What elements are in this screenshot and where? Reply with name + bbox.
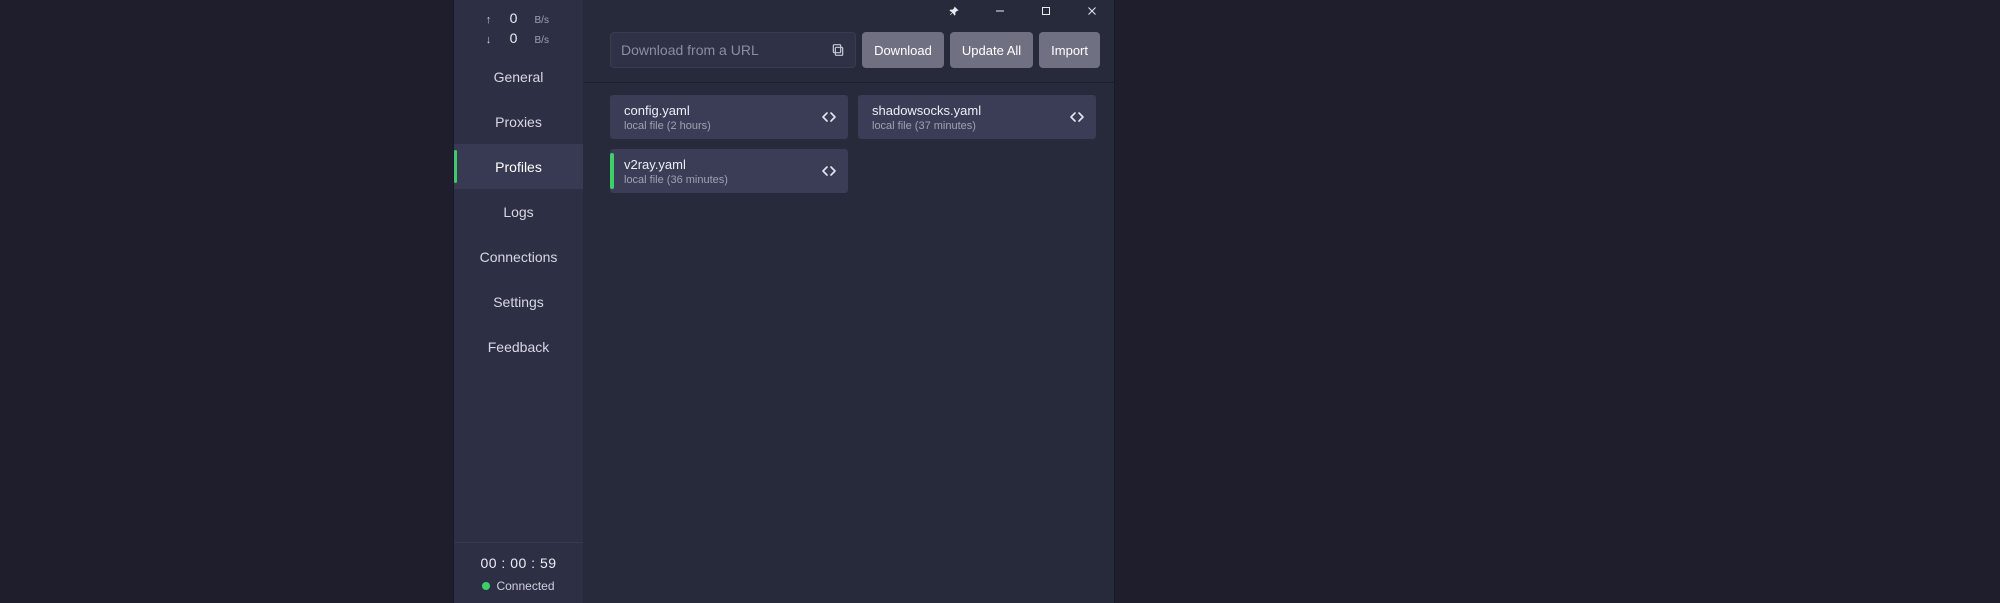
paste-icon[interactable] — [825, 37, 851, 63]
sidebar-nav: General Proxies Profiles Logs Connection… — [454, 54, 583, 369]
url-input[interactable] — [611, 33, 855, 67]
download-value: 0 — [507, 30, 521, 46]
connection-timer: 00 : 00 : 59 — [460, 555, 577, 571]
download-button[interactable]: Download — [862, 32, 944, 68]
update-all-button[interactable]: Update All — [950, 32, 1033, 68]
main-panel: Download Update All Import config.yaml l… — [584, 0, 1114, 603]
download-unit: B/s — [535, 35, 553, 46]
profile-meta: shadowsocks.yaml local file (37 minutes) — [872, 103, 981, 132]
code-icon[interactable] — [818, 106, 840, 128]
profile-source: local file (36 minutes) — [624, 174, 728, 186]
profiles-grid: config.yaml local file (2 hours) shadows… — [584, 83, 1114, 207]
sidebar-item-label: Profiles — [495, 159, 542, 175]
sidebar-item-proxies[interactable]: Proxies — [454, 99, 583, 144]
pin-icon[interactable] — [940, 0, 968, 22]
sidebar-item-settings[interactable]: Settings — [454, 279, 583, 324]
sidebar-item-logs[interactable]: Logs — [454, 189, 583, 234]
url-input-wrapper — [610, 32, 856, 68]
profile-card[interactable]: v2ray.yaml local file (36 minutes) — [610, 149, 848, 193]
sidebar-item-label: Connections — [480, 249, 558, 265]
net-upload-row: ↑ 0 B/s — [462, 8, 575, 28]
close-button[interactable] — [1078, 0, 1106, 22]
maximize-button[interactable] — [1032, 0, 1060, 22]
sidebar-item-connections[interactable]: Connections — [454, 234, 583, 279]
profile-meta: v2ray.yaml local file (36 minutes) — [624, 157, 728, 186]
app-body: ↑ 0 B/s ↓ 0 B/s General Proxies Profiles… — [454, 0, 1114, 603]
sidebar: ↑ 0 B/s ↓ 0 B/s General Proxies Profiles… — [454, 0, 584, 603]
app-window: ↑ 0 B/s ↓ 0 B/s General Proxies Profiles… — [454, 0, 1114, 603]
desktop-surface: ↑ 0 B/s ↓ 0 B/s General Proxies Profiles… — [0, 0, 2000, 603]
status-dot-icon — [482, 582, 490, 590]
profile-source: local file (2 hours) — [624, 120, 711, 132]
profile-card[interactable]: config.yaml local file (2 hours) — [610, 95, 848, 139]
minimize-button[interactable] — [986, 0, 1014, 22]
net-download-row: ↓ 0 B/s — [462, 28, 575, 48]
upload-unit: B/s — [535, 15, 553, 26]
profile-name: shadowsocks.yaml — [872, 103, 981, 118]
connection-status-text: Connected — [496, 579, 554, 593]
connection-status: Connected — [482, 579, 554, 593]
profile-source: local file (37 minutes) — [872, 120, 981, 132]
code-icon[interactable] — [818, 160, 840, 182]
sidebar-item-label: Logs — [503, 204, 533, 220]
profile-name: config.yaml — [624, 103, 711, 118]
profile-card[interactable]: shadowsocks.yaml local file (37 minutes) — [858, 95, 1096, 139]
sidebar-item-general[interactable]: General — [454, 54, 583, 99]
sidebar-item-label: General — [494, 69, 544, 85]
profile-name: v2ray.yaml — [624, 157, 728, 172]
window-titlebar — [940, 0, 1114, 22]
sidebar-item-profiles[interactable]: Profiles — [454, 144, 583, 189]
net-stats: ↑ 0 B/s ↓ 0 B/s — [454, 0, 583, 54]
import-button[interactable]: Import — [1039, 32, 1100, 68]
sidebar-footer: 00 : 00 : 59 Connected — [454, 542, 583, 603]
sidebar-item-label: Proxies — [495, 114, 542, 130]
upload-arrow-icon: ↑ — [485, 14, 493, 26]
upload-value: 0 — [507, 10, 521, 26]
sidebar-item-label: Feedback — [488, 339, 549, 355]
sidebar-item-label: Settings — [493, 294, 544, 310]
download-arrow-icon: ↓ — [485, 34, 493, 46]
sidebar-item-feedback[interactable]: Feedback — [454, 324, 583, 369]
profile-meta: config.yaml local file (2 hours) — [624, 103, 711, 132]
code-icon[interactable] — [1066, 106, 1088, 128]
